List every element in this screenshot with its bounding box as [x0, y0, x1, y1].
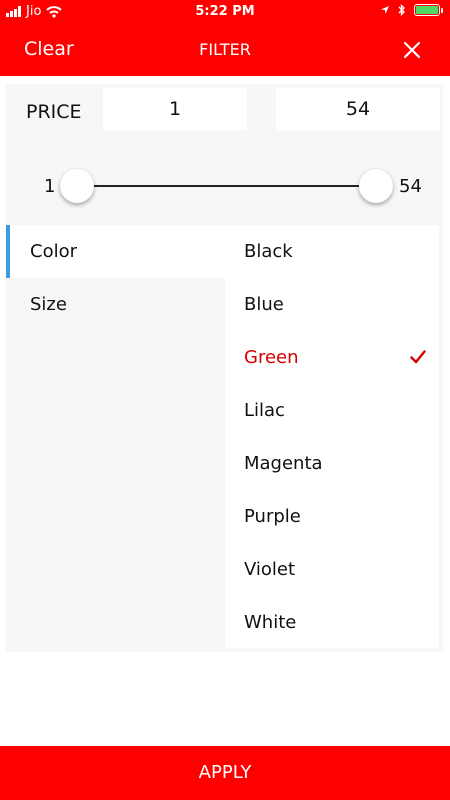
price-row: PRICE 1 54 [6, 88, 443, 130]
header-bar: Jio 5:22 PM Clear FILTER [0, 0, 450, 76]
slider-min-label: 1 [44, 176, 56, 197]
option-magenta[interactable]: Magenta [225, 437, 439, 490]
tab-color[interactable]: Color [6, 225, 225, 278]
close-icon[interactable] [402, 40, 422, 60]
option-violet[interactable]: Violet [225, 543, 439, 596]
location-arrow-icon [381, 6, 389, 14]
option-white[interactable]: White [225, 596, 439, 649]
slider-max-handle[interactable] [359, 169, 393, 203]
filter-category-tabs: Color Size [6, 225, 225, 652]
page-title: FILTER [199, 40, 251, 59]
apply-button[interactable]: APPLY [0, 746, 450, 800]
option-label: Black [244, 241, 293, 262]
checkmark-icon [410, 350, 426, 364]
option-label: Magenta [244, 453, 323, 474]
tab-size[interactable]: Size [6, 278, 225, 331]
option-green[interactable]: Green [225, 331, 439, 384]
slider-max-label: 54 [399, 176, 422, 197]
option-lilac[interactable]: Lilac [225, 384, 439, 437]
tab-label: Size [30, 294, 67, 315]
price-max-input[interactable]: 54 [276, 88, 440, 130]
option-black[interactable]: Black [225, 225, 439, 278]
slider-track[interactable] [76, 185, 376, 187]
filter-panel: PRICE 1 54 1 54 Color Size Black Blue Gr… [6, 84, 443, 652]
option-purple[interactable]: Purple [225, 490, 439, 543]
option-label: Violet [244, 559, 296, 580]
option-label: Green [244, 347, 299, 368]
slider-min-handle[interactable] [60, 169, 94, 203]
status-right [380, 4, 443, 16]
price-min-input[interactable]: 1 [103, 88, 247, 130]
status-bar: Jio 5:22 PM [0, 0, 450, 26]
active-tab-indicator [6, 225, 10, 278]
price-range-slider: 1 54 [6, 164, 443, 208]
bluetooth-icon [398, 4, 405, 16]
battery-icon [414, 4, 443, 16]
option-label: White [244, 612, 297, 633]
option-label: Blue [244, 294, 284, 315]
tab-label: Color [30, 241, 77, 262]
option-label: Lilac [244, 400, 285, 421]
price-label: PRICE [26, 101, 82, 123]
option-label: Purple [244, 506, 301, 527]
color-options-list: Black Blue Green Lilac Magenta Purple Vi… [225, 225, 439, 648]
option-blue[interactable]: Blue [225, 278, 439, 331]
